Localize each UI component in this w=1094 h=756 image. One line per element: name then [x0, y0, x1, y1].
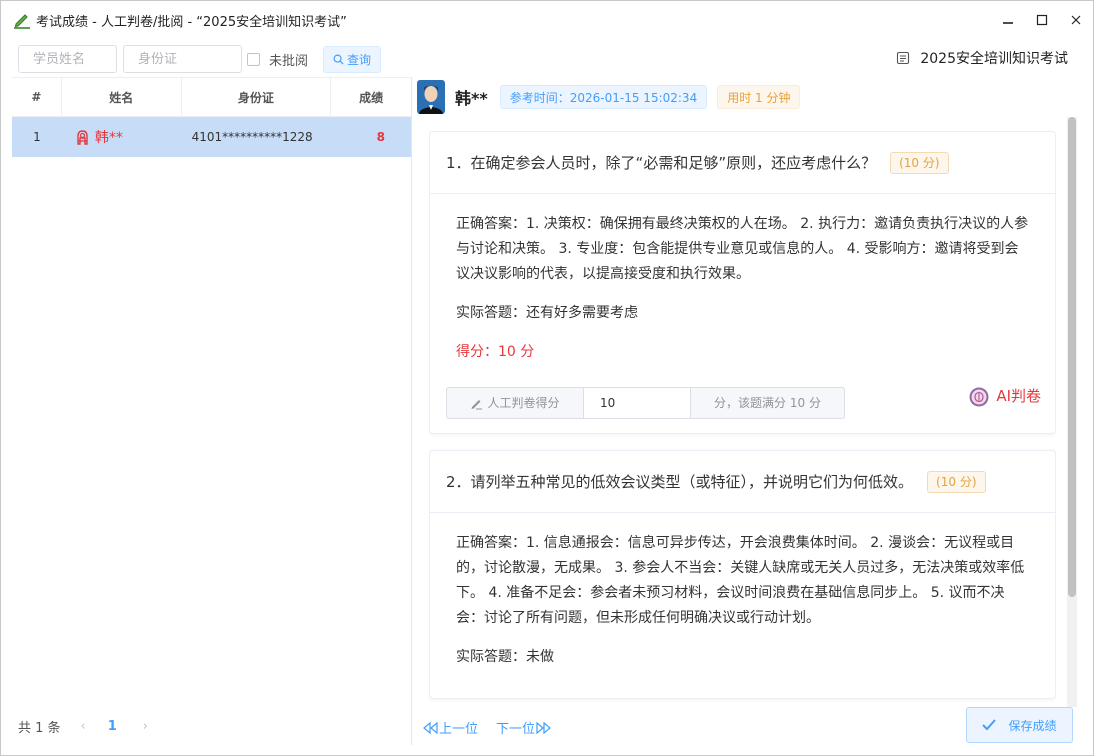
double-right-arrow-icon [536, 721, 551, 734]
search-button[interactable]: 查询 [323, 46, 381, 73]
question-body: 正确答案：1. 决策权：确保拥有最终决策权的人在场。 2. 执行力：邀请负责执行… [430, 194, 1055, 433]
question-points-badge: (10 分) [927, 470, 986, 493]
maximize-icon[interactable] [1025, 1, 1059, 39]
column-header-number: # [12, 78, 62, 116]
question-score: 得分：10 分 [456, 344, 535, 360]
question-title: 2．请列举五种常见的低效会议类型（或特征），并说明它们为何低效。 [446, 473, 914, 491]
student-header: 韩** 参考时间：2026-01-15 15:02:34 用时 1 分钟 [413, 77, 1083, 117]
student-name: 韩** [455, 89, 488, 108]
double-left-arrow-icon [423, 721, 438, 734]
question-scroll-area[interactable]: 1．在确定参会人员时，除了“必需和足够”原则，还应考虑什么？ (10 分) 正确… [429, 131, 1056, 705]
window-title: 考试成绩 - 人工判卷/批阅 - “2025安全培训知识考试” [36, 14, 347, 30]
ai-grade-button[interactable]: AI判卷 [969, 384, 1041, 409]
title-bar: 考试成绩 - 人工判卷/批阅 - “2025安全培训知识考试” [1, 1, 1093, 39]
close-icon[interactable] [1059, 1, 1093, 39]
prev-student-button[interactable]: 上一位 [423, 718, 478, 737]
student-list-panel: # 姓名 身份证 成绩 1 韩** 4101**********1228 8 共… [12, 77, 412, 745]
manual-grade-input[interactable] [583, 387, 691, 419]
actual-answer: 实际答题：还有好多需要考虑 [456, 305, 638, 321]
vertical-scrollbar[interactable] [1067, 117, 1077, 707]
student-avatar [417, 80, 445, 114]
correct-answer: 正确答案：1. 信息通报会：信息可异步传达，开会浪费集体时间。 2. 漫谈会：无… [456, 535, 1025, 626]
scrollbar-thumb[interactable] [1068, 117, 1076, 597]
exam-time-tag: 参考时间：2026-01-15 15:02:34 [499, 85, 708, 109]
column-header-id: 身份证 [182, 78, 332, 116]
exam-name-label: 2025安全培训知识考试 [920, 51, 1068, 67]
pencil-edit-icon [12, 10, 32, 30]
manual-grade-suffix: 分，该题满分 10 分 [691, 387, 845, 419]
row-score: 8 [376, 130, 385, 144]
window-controls [991, 1, 1093, 39]
question-card: 1．在确定参会人员时，除了“必需和足够”原则，还应考虑什么？ (10 分) 正确… [429, 131, 1056, 434]
question-header: 2．请列举五种常见的低效会议类型（或特征），并说明它们为何低效。 (10 分) [430, 451, 1055, 513]
female-student-icon [77, 129, 88, 145]
question-card: 2．请列举五种常见的低效会议类型（或特征），并说明它们为何低效。 (10 分) … [429, 450, 1056, 699]
unreviewed-filter[interactable]: 未批阅 [247, 50, 308, 69]
pagination-total: 共 1 条 [18, 720, 61, 736]
question-header: 1．在确定参会人员时，除了“必需和足够”原则，还应考虑什么？ (10 分) [430, 132, 1055, 194]
table-row[interactable]: 1 韩** 4101**********1228 8 [12, 117, 411, 157]
column-header-score: 成绩 [359, 90, 384, 105]
next-page-icon[interactable]: › [143, 719, 148, 734]
ai-grade-label: AI判卷 [996, 387, 1041, 405]
minimize-icon[interactable] [991, 1, 1025, 39]
duration-tag: 用时 1 分钟 [717, 85, 801, 109]
column-header-name: 姓名 [62, 78, 182, 116]
correct-answer: 正确答案：1. 决策权：确保拥有最终决策权的人在场。 2. 执行力：邀请负责执行… [456, 216, 1029, 282]
row-id: 4101**********1228 [191, 130, 313, 144]
search-button-label: 查询 [346, 53, 371, 67]
save-score-label: 保存成绩 [1008, 718, 1057, 733]
save-score-button[interactable]: 保存成绩 [966, 707, 1073, 743]
exam-name: 2025安全培训知识考试 [896, 48, 1068, 68]
student-name-input[interactable] [18, 45, 117, 73]
question-points-badge: (10 分) [890, 151, 949, 174]
row-name: 韩** [94, 130, 123, 146]
document-icon [897, 51, 910, 65]
row-number: 1 [33, 130, 41, 144]
ai-brain-icon [969, 387, 989, 406]
prev-student-label: 上一位 [439, 722, 479, 737]
row-name-cell: 韩** [62, 117, 182, 157]
manual-grade-label: 人工判卷得分 [446, 387, 583, 419]
pen-icon [471, 399, 483, 409]
search-toolbar: 未批阅 查询 2025安全培训知识考试 [1, 41, 1093, 75]
manual-grade-label-text: 人工判卷得分 [487, 395, 560, 410]
question-body: 正确答案：1. 信息通报会：信息可异步传达，开会浪费集体时间。 2. 漫谈会：无… [430, 513, 1055, 698]
exam-grading-window: 考试成绩 - 人工判卷/批阅 - “2025安全培训知识考试” 未批阅 [0, 0, 1094, 756]
table-header: # 姓名 身份证 成绩 [12, 78, 411, 117]
id-card-input[interactable] [123, 45, 242, 73]
unreviewed-label: 未批阅 [269, 54, 309, 69]
question-title: 1．在确定参会人员时，除了“必需和足够”原则，还应考虑什么？ [446, 154, 877, 172]
manual-grade-row: 人工判卷得分 分，该题满分 10 分 AI判卷 [446, 387, 1041, 419]
search-icon [333, 54, 344, 65]
unreviewed-checkbox[interactable] [247, 53, 260, 66]
actual-answer: 实际答题：未做 [456, 649, 554, 665]
next-student-label: 下一位 [496, 722, 536, 737]
pagination: 共 1 条 ‹ 1 › [12, 713, 148, 739]
current-page[interactable]: 1 [108, 719, 117, 734]
check-icon [982, 719, 997, 731]
student-navigation: 上一位 下一位 [423, 718, 551, 737]
next-student-button[interactable]: 下一位 [496, 718, 551, 737]
prev-page-icon[interactable]: ‹ [81, 719, 86, 734]
answer-review-panel: 韩** 参考时间：2026-01-15 15:02:34 用时 1 分钟 1．在… [413, 77, 1083, 745]
